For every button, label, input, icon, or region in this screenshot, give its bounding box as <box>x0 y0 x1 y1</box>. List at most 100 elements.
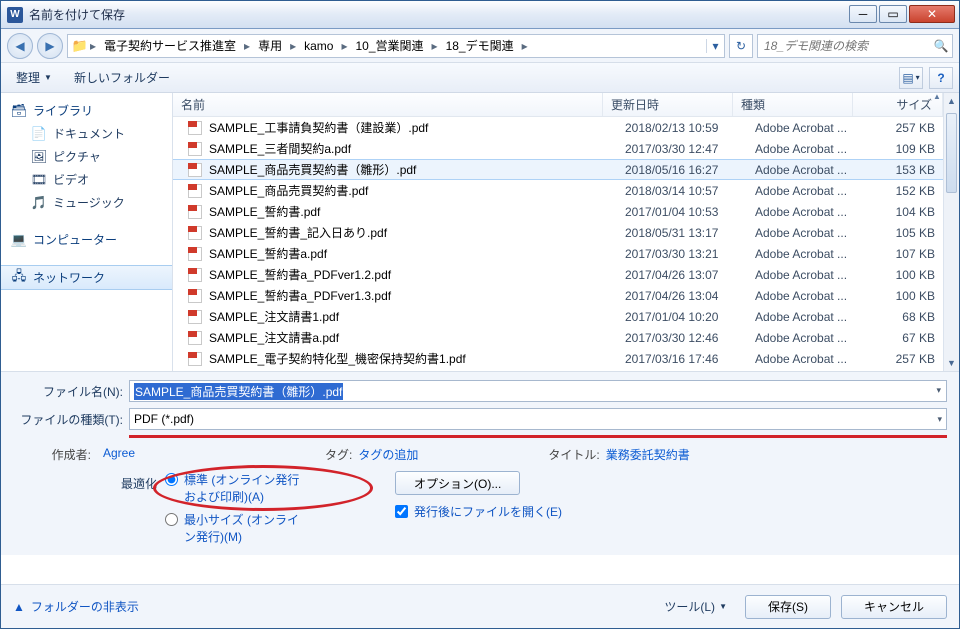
file-date: 2017/03/16 17:46 <box>617 352 747 366</box>
file-date: 2017/03/30 12:47 <box>617 142 747 156</box>
sidebar-pictures[interactable]: 🖼ピクチャ <box>1 145 172 168</box>
breadcrumb-seg[interactable]: 電子契約サービス推進室 <box>98 35 242 57</box>
table-row[interactable]: SAMPLE_工事請負契約書（建設業）.pdf2018/02/13 10:59A… <box>173 117 943 138</box>
footer: ▲ フォルダーの非表示 ツール(L) ▼ 保存(S) キャンセル <box>1 584 959 628</box>
music-icon: 🎵 <box>31 195 47 211</box>
file-size: 67 KB <box>867 331 943 345</box>
tags-value[interactable]: タグの追加 <box>358 446 418 463</box>
search-icon[interactable]: 🔍 <box>930 39 952 53</box>
navigation-row: ◀ ▶ 📁 ▸ 電子契約サービス推進室▸ 専用▸ kamo▸ 10_営業関連▸ … <box>1 29 959 63</box>
new-folder-button[interactable]: 新しいフォルダー <box>65 64 179 91</box>
table-row[interactable]: SAMPLE_誓約書_記入日あり.pdf2018/05/31 13:17Adob… <box>173 222 943 243</box>
radio-standard[interactable]: 標準 (オンライン発行 および印刷)(A) <box>165 471 365 505</box>
col-date[interactable]: 更新日時 <box>603 93 733 116</box>
optimize-row: 最適化 標準 (オンライン発行 および印刷)(A) 最小サイズ (オンライ ン発… <box>13 471 947 545</box>
sidebar-computer[interactable]: 💻コンピューター <box>1 228 172 251</box>
maximize-button[interactable]: ▭ <box>879 5 907 23</box>
col-type[interactable]: 種類 <box>733 93 853 116</box>
organize-label: 整理 <box>16 69 40 86</box>
file-name: SAMPLE_誓約書a.pdf <box>209 245 327 262</box>
body: 🗃ライブラリ 📄ドキュメント 🖼ピクチャ 🎞ビデオ 🎵ミュージック 💻コンピュー… <box>1 93 959 371</box>
breadcrumb-seg[interactable]: kamo <box>298 35 339 57</box>
author-value[interactable]: Agree <box>103 446 135 460</box>
table-row[interactable]: SAMPLE_三者間契約a.pdf2017/03/30 12:47Adobe A… <box>173 138 943 159</box>
file-type: Adobe Acrobat ... <box>747 226 867 240</box>
scroll-down-icon[interactable]: ▼ <box>944 355 959 371</box>
radio-standard-input[interactable] <box>165 473 178 486</box>
pdf-icon <box>187 141 203 157</box>
doc-title-value[interactable]: 業務委託契約書 <box>606 446 690 463</box>
list-rows: SAMPLE_工事請負契約書（建設業）.pdf2018/02/13 10:59A… <box>173 117 943 371</box>
network-icon: 🖧 <box>11 270 27 286</box>
help-button[interactable]: ? <box>929 67 953 89</box>
breadcrumb-seg[interactable]: 18_デモ関連 <box>440 35 520 57</box>
file-name: SAMPLE_注文請書a.pdf <box>209 329 339 346</box>
close-button[interactable]: ✕ <box>909 5 955 23</box>
forward-button[interactable]: ▶ <box>37 33 63 59</box>
filetype-dropdown[interactable]: PDF (*.pdf) ▾ <box>129 408 947 430</box>
sidebar-documents[interactable]: 📄ドキュメント <box>1 122 172 145</box>
table-row[interactable]: SAMPLE_誓約書.pdf2017/01/04 10:53Adobe Acro… <box>173 201 943 222</box>
videos-icon: 🎞 <box>31 172 47 188</box>
table-row[interactable]: SAMPLE_誓約書a.pdf 2017/03/30 13:21Adobe Acr… <box>173 243 943 264</box>
file-date: 2017/03/30 12:46 <box>617 331 747 345</box>
minimize-button[interactable]: ─ <box>849 5 877 23</box>
file-type: Adobe Acrobat ... <box>747 268 867 282</box>
file-size: 109 KB <box>867 142 943 156</box>
back-button[interactable]: ◀ <box>7 33 33 59</box>
radio-minsize[interactable]: 最小サイズ (オンライ ン発行)(M) <box>165 511 365 545</box>
open-after-input[interactable] <box>395 505 408 518</box>
search-box[interactable]: 🔍 <box>757 34 953 58</box>
cancel-button[interactable]: キャンセル <box>841 595 947 619</box>
organize-button[interactable]: 整理▼ <box>7 64 61 91</box>
view-button[interactable]: ▤▾ <box>899 67 923 89</box>
filetype-value: PDF (*.pdf) <box>134 412 194 426</box>
col-size[interactable]: サイズ <box>853 93 943 116</box>
table-row[interactable]: SAMPLE_誓約書a_PDFver1.3.pdf2017/04/26 13:0… <box>173 285 943 306</box>
scroll-up-icon[interactable]: ▲ <box>944 93 959 109</box>
file-name: SAMPLE_工事請負契約書（建設業）.pdf <box>209 119 428 136</box>
table-row[interactable]: SAMPLE_商品売買契約書.pdf2018/03/14 10:57Adobe … <box>173 180 943 201</box>
sidebar: 🗃ライブラリ 📄ドキュメント 🖼ピクチャ 🎞ビデオ 🎵ミュージック 💻コンピュー… <box>1 93 173 371</box>
table-row[interactable]: SAMPLE_電子契約特化型_機密保持契約書1.pdf2017/03/16 17… <box>173 348 943 369</box>
table-row[interactable]: SAMPLE_注文請書a.pdf2017/03/30 12:46Adobe Ac… <box>173 327 943 348</box>
breadcrumb-dropdown[interactable]: ▾ <box>706 39 724 53</box>
open-after-checkbox[interactable]: 発行後にファイルを開く(E) <box>395 503 562 520</box>
options-button[interactable]: オプション(O)... <box>395 471 520 495</box>
search-input[interactable] <box>758 39 930 53</box>
filename-label: ファイル名(N): <box>13 383 129 400</box>
chevron-right-icon: ▸ <box>520 39 530 53</box>
tools-dropdown[interactable]: ツール(L) ▼ <box>664 598 727 615</box>
chevron-down-icon: ▾ <box>937 414 942 425</box>
breadcrumb-seg[interactable]: 10_営業関連 <box>350 35 430 57</box>
sidebar-videos[interactable]: 🎞ビデオ <box>1 168 172 191</box>
sidebar-libraries[interactable]: 🗃ライブラリ <box>1 99 172 122</box>
refresh-button[interactable]: ↻ <box>729 34 753 58</box>
chevron-down-icon[interactable]: ▾ <box>936 385 941 396</box>
file-type: Adobe Acrobat ... <box>747 247 867 261</box>
chevron-down-icon: ▼ <box>719 602 727 611</box>
file-date: 2017/03/30 13:21 <box>617 247 747 261</box>
radio-minsize-label: 最小サイズ (オンライ ン発行)(M) <box>184 511 299 545</box>
breadcrumb-bar[interactable]: 📁 ▸ 電子契約サービス推進室▸ 専用▸ kamo▸ 10_営業関連▸ 18_デ… <box>67 34 725 58</box>
table-row[interactable]: SAMPLE_誓約書a_PDFver1.2.pdf2017/04/26 13:0… <box>173 264 943 285</box>
radio-minsize-input[interactable] <box>165 513 178 526</box>
filename-value: SAMPLE_商品売買契約書（雛形）.pdf <box>134 383 343 400</box>
newfolder-label: 新しいフォルダー <box>74 69 170 86</box>
scroll-thumb[interactable] <box>946 113 957 193</box>
pdf-icon <box>187 309 203 325</box>
scrollbar[interactable]: ▲ ▼ <box>943 93 959 371</box>
file-type: Adobe Acrobat ... <box>747 184 867 198</box>
breadcrumb-seg[interactable]: 専用 <box>252 35 288 57</box>
sidebar-network[interactable]: 🖧ネットワーク <box>1 265 172 290</box>
pdf-icon <box>187 204 203 220</box>
pictures-icon: 🖼 <box>31 149 47 165</box>
save-button[interactable]: 保存(S) <box>745 595 831 619</box>
sidebar-music[interactable]: 🎵ミュージック <box>1 191 172 214</box>
col-name[interactable]: 名前 <box>173 93 603 116</box>
hide-folders-link[interactable]: ▲ フォルダーの非表示 <box>13 598 139 615</box>
pdf-icon <box>187 330 203 346</box>
file-type: Adobe Acrobat ... <box>747 352 867 366</box>
table-row[interactable]: SAMPLE_商品売買契約書（雛形）.pdf2018/05/16 16:27Ad… <box>173 159 943 180</box>
table-row[interactable]: SAMPLE_注文請書1.pdf2017/01/04 10:20Adobe Ac… <box>173 306 943 327</box>
